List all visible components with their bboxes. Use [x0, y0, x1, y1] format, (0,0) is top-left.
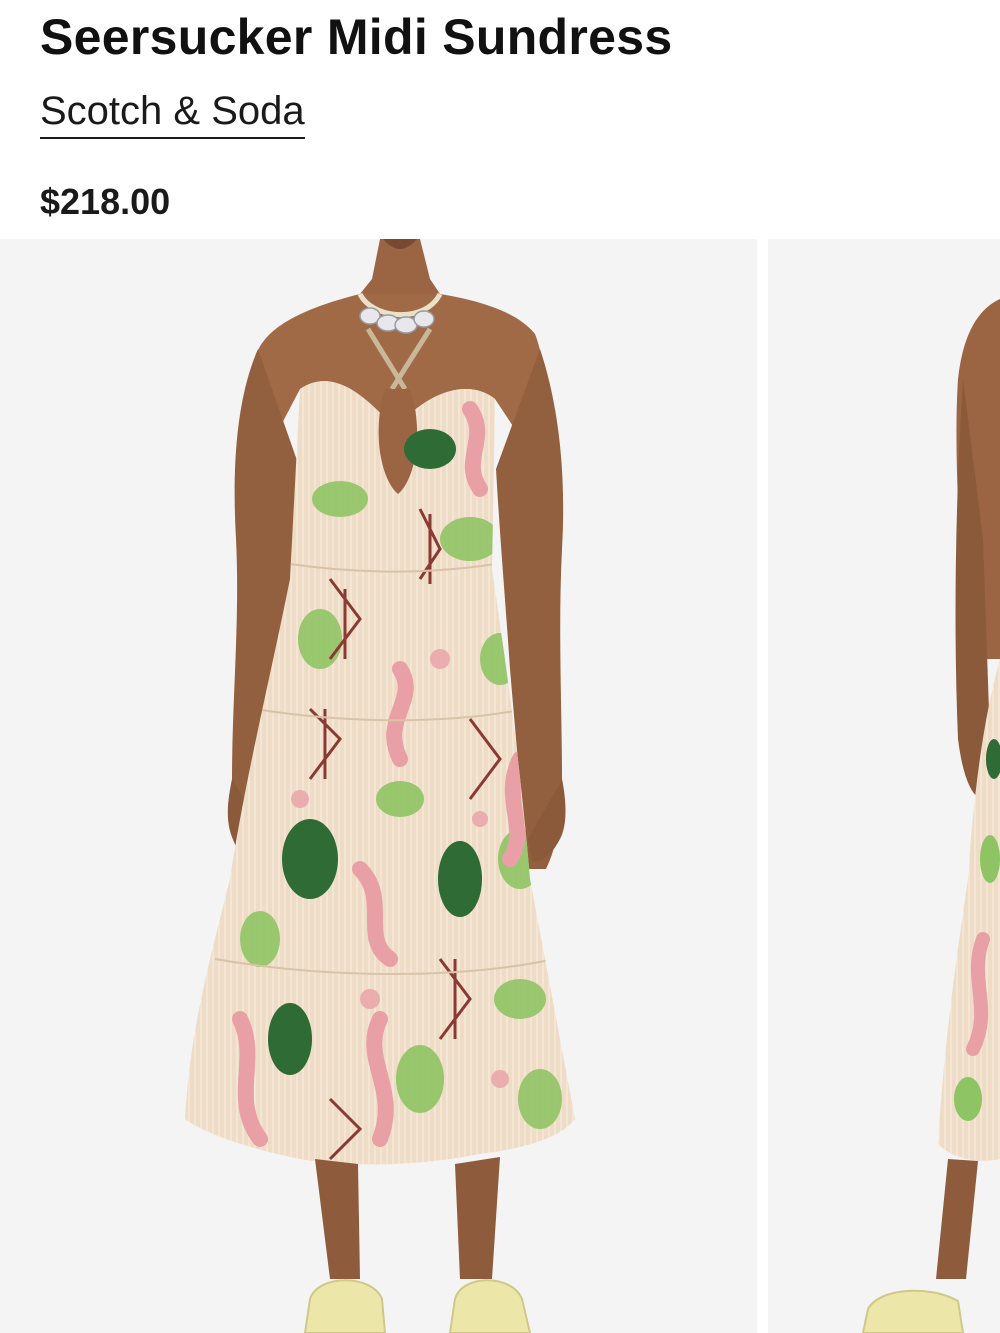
product-page: Seersucker Midi Sundress Scotch & Soda $… [0, 0, 1000, 1333]
product-image-front[interactable] [0, 239, 757, 1333]
image-gallery[interactable] [0, 239, 1000, 1333]
dress-side-illustration [861, 299, 1000, 1333]
product-price: $218.00 [40, 181, 171, 222]
product-title: Seersucker Midi Sundress [40, 9, 673, 65]
brand-link[interactable]: Scotch & Soda [40, 86, 305, 139]
dress-front-illustration [185, 239, 575, 1333]
product-image-side[interactable] [768, 239, 1000, 1333]
